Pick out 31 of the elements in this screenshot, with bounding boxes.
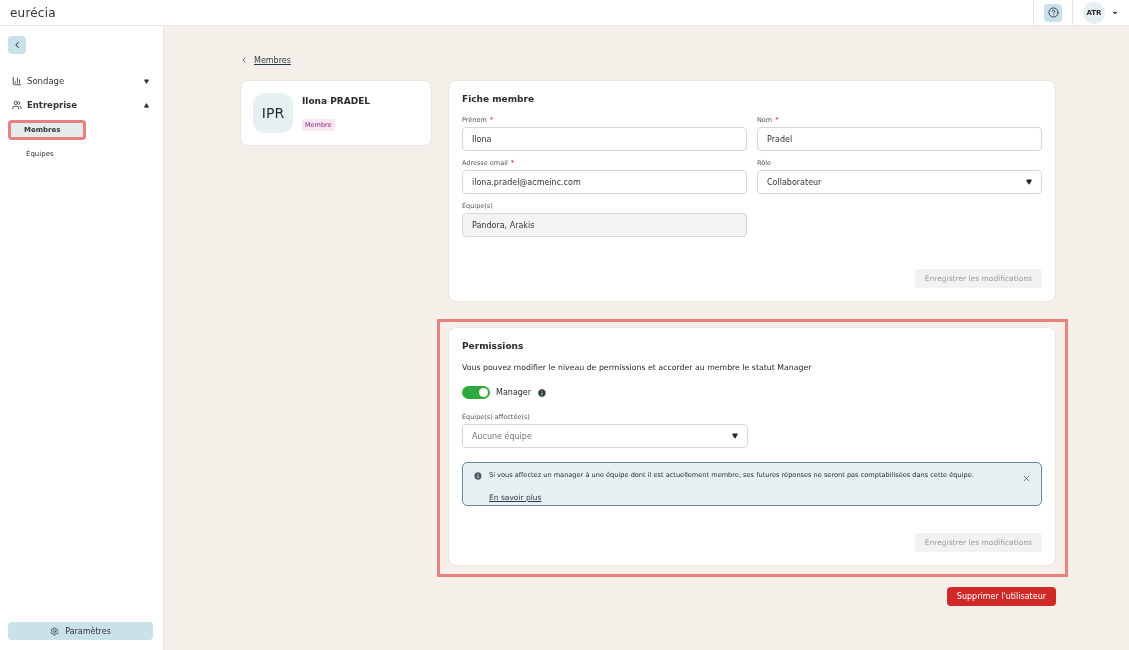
help-icon (1047, 7, 1059, 18)
input-field[interactable]: Ilona (462, 127, 747, 151)
nav-item[interactable]: Entreprise (8, 96, 153, 114)
card-title: Fiche membre (462, 94, 536, 104)
back-icon[interactable] (240, 56, 248, 64)
input-field[interactable]: ilona.pradel@acmeinc.com (462, 170, 747, 194)
breadcrumb-link[interactable]: Membres (254, 55, 291, 65)
input-field[interactable]: Pradel (757, 127, 1042, 151)
delete-user-button[interactable]: Supprimer l'utilisateur (946, 587, 1056, 606)
card-title: Permissions (462, 341, 525, 351)
help-button[interactable] (1044, 3, 1062, 22)
people-icon (12, 100, 22, 110)
caret-icon (144, 102, 149, 108)
caret-icon (732, 433, 738, 439)
role-select[interactable]: Collaborateur (757, 170, 1042, 194)
settings-button[interactable]: Paramètres (8, 622, 153, 640)
close-icon (1021, 474, 1031, 483)
teams-select[interactable]: Aucune équipe (462, 424, 748, 448)
toggle-label: Manager (496, 388, 532, 397)
info-icon[interactable] (537, 387, 548, 398)
caret-icon (144, 78, 149, 84)
initials-avatar: IPR (253, 93, 293, 133)
nav-item[interactable]: Sondage (8, 72, 153, 90)
chevron-left-icon (12, 40, 22, 50)
logo: eurécia (10, 5, 57, 20)
manager-toggle[interactable] (462, 386, 490, 399)
info-icon (473, 471, 483, 481)
caret-icon (1026, 179, 1032, 185)
member-name: Ilona PRADEL (302, 95, 371, 106)
settings-icon (50, 626, 60, 636)
chart-icon (12, 76, 22, 86)
